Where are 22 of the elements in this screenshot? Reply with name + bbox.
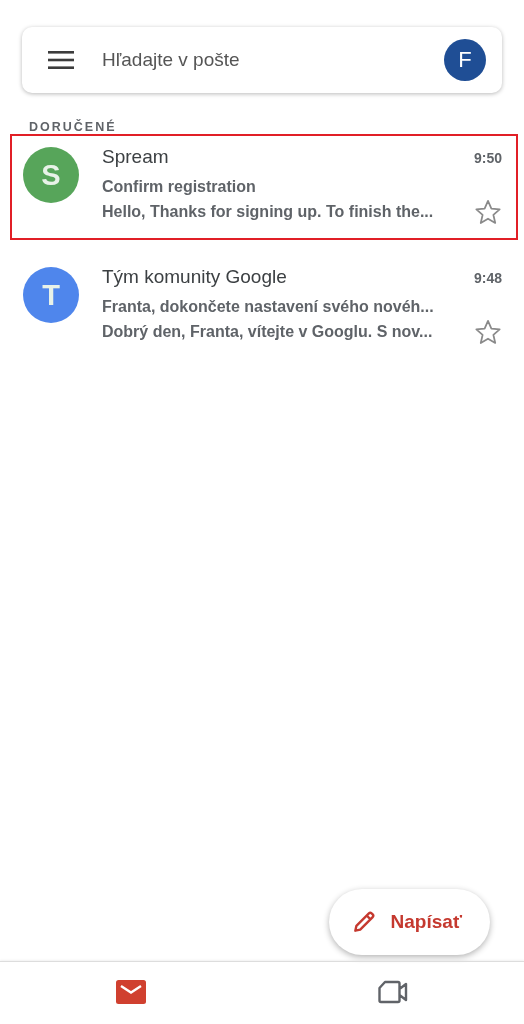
- search-bar[interactable]: Hľadajte v pošte F: [22, 27, 502, 93]
- sender-avatar: S: [23, 147, 79, 203]
- email-snippet: Dobrý den, Franta, vítejte v Googlu. S nov...: [102, 323, 433, 341]
- menu-icon[interactable]: [48, 51, 74, 69]
- mail-icon[interactable]: [116, 980, 146, 1004]
- compose-button[interactable]: Napísať: [328, 889, 490, 955]
- email-row[interactable]: S Spream 9:50 Confirm registration Hello, Thanks for signing up. To finish the...: [10, 134, 518, 240]
- email-subject: Confirm registration: [102, 178, 257, 196]
- sender-name: Tým komunity Google: [102, 266, 287, 288]
- video-camera-icon[interactable]: [378, 980, 408, 1004]
- email-row[interactable]: T Tým komunity Google 9:48 Franta, dokončete nastavení svého novéh... Dobrý den, Franta, vítejte v Googlu. S nov...: [10, 254, 518, 360]
- email-subject: Franta, dokončete nastavení svého novéh...: [102, 298, 435, 316]
- sender-name: Spream: [102, 146, 169, 168]
- email-time: 9:50: [473, 150, 502, 166]
- star-icon[interactable]: [474, 318, 502, 346]
- account-avatar[interactable]: F: [444, 39, 486, 81]
- sender-avatar: T: [23, 267, 79, 323]
- star-icon[interactable]: [474, 198, 502, 226]
- email-snippet: Hello, Thanks for signing up. To finish the...: [102, 203, 434, 221]
- search-field[interactable]: Hľadajte v pošte: [100, 48, 444, 72]
- email-time: 9:48: [473, 270, 502, 286]
- section-label: DORUČENÉ: [29, 120, 118, 134]
